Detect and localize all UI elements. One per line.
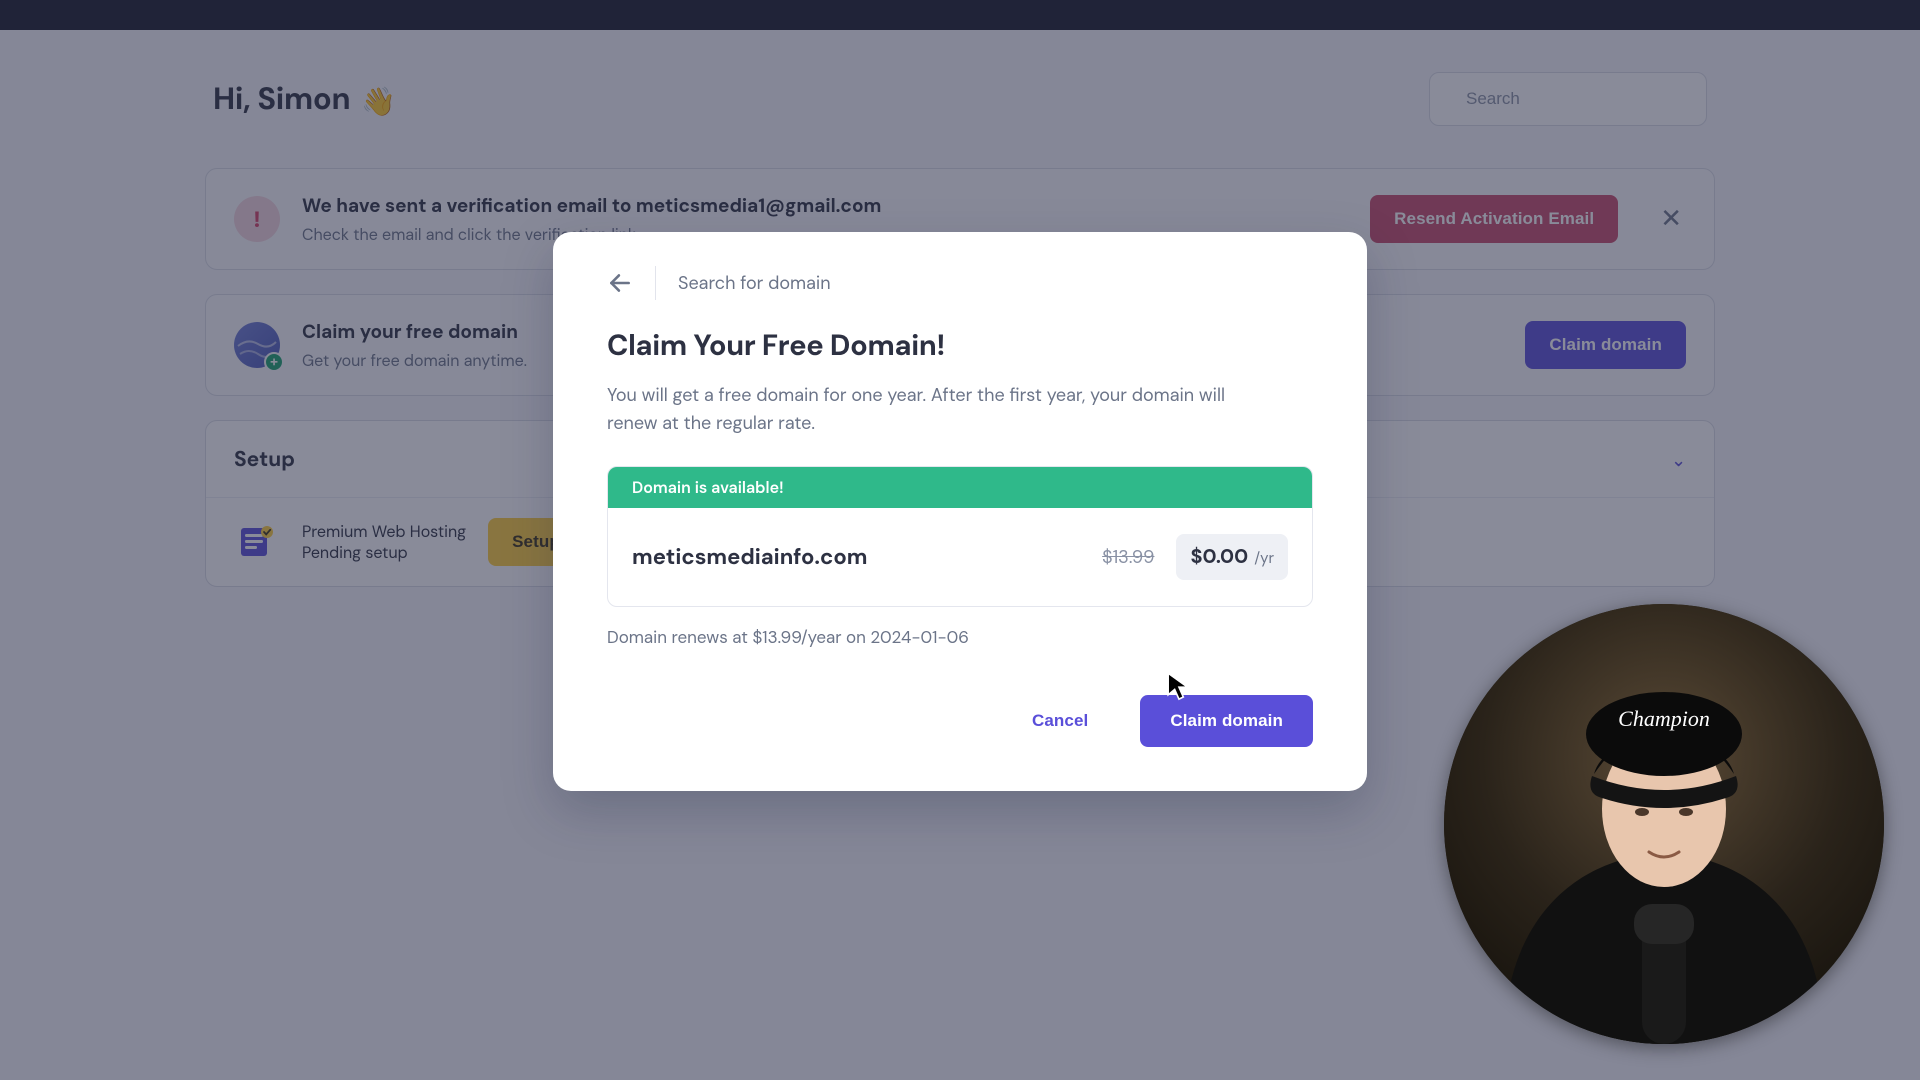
modal-context-label: Search for domain <box>678 271 831 295</box>
cap-brand-text: Champion <box>1618 706 1710 731</box>
price-original: $13.99 <box>1102 545 1154 569</box>
back-arrow-icon[interactable] <box>607 270 633 296</box>
modal-title: Claim Your Free Domain! <box>607 326 1313 364</box>
price-period: /yr <box>1254 548 1274 568</box>
modal-description: You will get a free domain for one year.… <box>607 382 1247 438</box>
price-value: $0.00 <box>1190 544 1248 570</box>
price-discounted: $0.00 /yr <box>1176 534 1288 580</box>
domain-result-card: Domain is available! meticsmediainfo.com… <box>607 466 1313 607</box>
domain-name: meticsmediainfo.com <box>632 542 867 571</box>
claim-domain-modal: Search for domain Claim Your Free Domain… <box>553 232 1367 791</box>
divider <box>655 266 656 300</box>
renewal-note: Domain renews at $13.99/year on 2024-01-… <box>607 627 1313 649</box>
confirm-claim-button[interactable]: Claim domain <box>1140 695 1313 747</box>
availability-banner: Domain is available! <box>608 467 1312 508</box>
webcam-overlay: Champion <box>1444 604 1884 1044</box>
cancel-button[interactable]: Cancel <box>1008 697 1112 745</box>
